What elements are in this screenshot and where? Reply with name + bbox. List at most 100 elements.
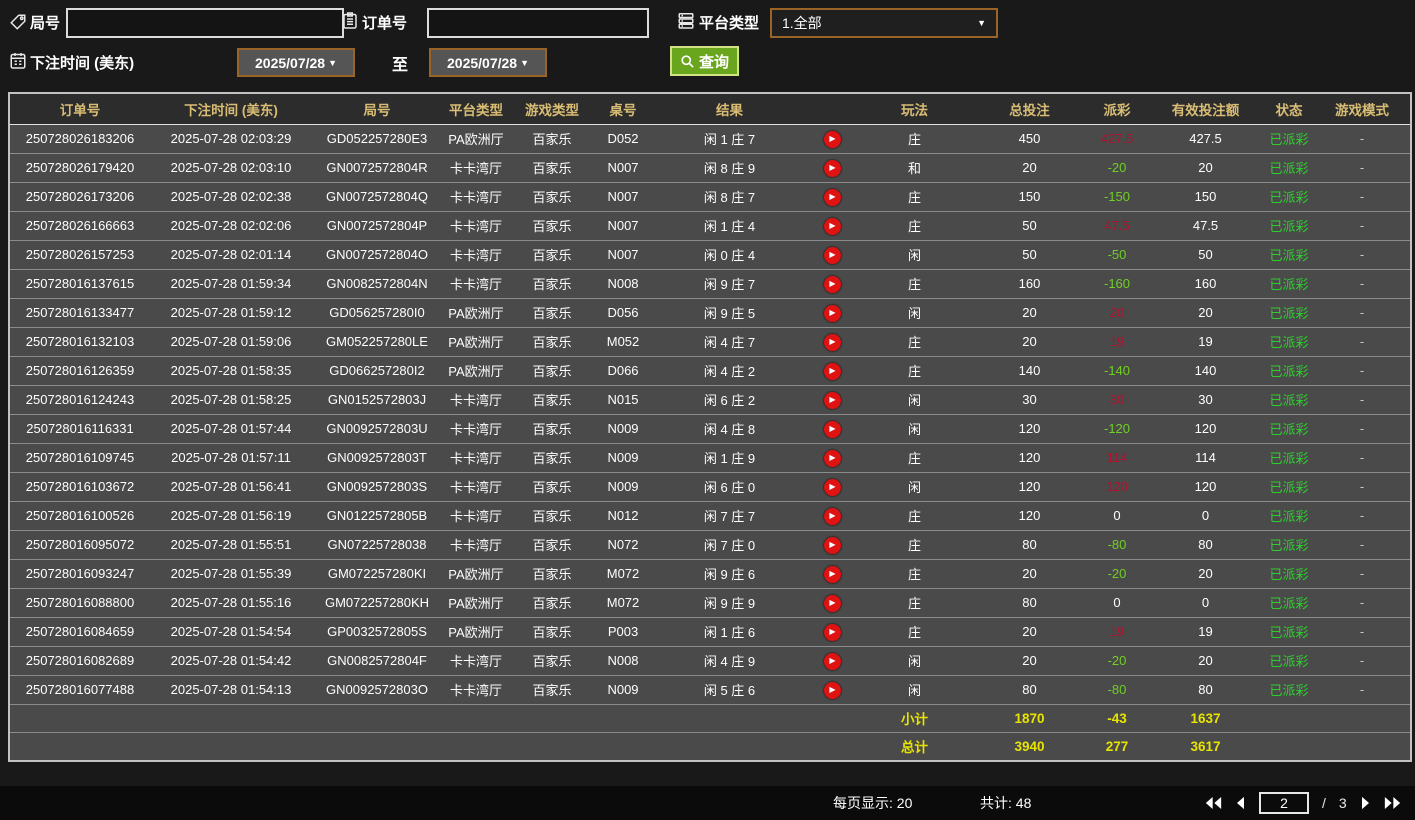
cell-play: ▶: [807, 182, 857, 212]
cell-result: 闲 7 庄 7: [652, 501, 807, 531]
first-page-icon[interactable]: [1205, 796, 1222, 810]
table-row: 250728016133477 2025-07-28 01:59:12 GD0562…: [10, 298, 1410, 328]
cell-round-number: GM072257280KI: [312, 559, 442, 589]
play-video-icon[interactable]: ▶: [823, 507, 841, 525]
cell-bet-time: 2025-07-28 02:02:38: [150, 182, 312, 212]
cell-status: 已派彩: [1264, 240, 1314, 270]
play-video-icon[interactable]: ▶: [823, 130, 841, 148]
play-video-icon[interactable]: ▶: [823, 391, 841, 409]
cell-play-method: 闲: [857, 472, 972, 502]
cell-game-mode: -: [1314, 240, 1410, 270]
empty-cell: [510, 732, 594, 760]
empty-cell: [312, 732, 442, 760]
play-video-icon[interactable]: ▶: [823, 478, 841, 496]
cell-platform-type: 卡卡湾厅: [442, 385, 510, 415]
play-video-icon[interactable]: ▶: [823, 333, 841, 351]
subtotal-row-label: 小计: [857, 704, 972, 733]
cell-status: 已派彩: [1264, 356, 1314, 386]
table-body: 250728026183206 2025-07-28 02:03:29 GD0522…: [10, 124, 1410, 705]
pagination-bar: 每页显示: 20 共计: 48 / 3: [0, 786, 1415, 820]
cell-status: 已派彩: [1264, 327, 1314, 357]
table-row: 250728016100526 2025-07-28 01:56:19 GN0122…: [10, 501, 1410, 531]
date-to-select[interactable]: 2025/07/28 ▼: [429, 48, 547, 77]
play-video-icon[interactable]: ▶: [823, 217, 841, 235]
cell-result: 闲 1 庄 7: [652, 124, 807, 154]
order-number-input[interactable]: [427, 8, 649, 38]
play-video-icon[interactable]: ▶: [823, 681, 841, 699]
cell-status: 已派彩: [1264, 588, 1314, 618]
date-from-select[interactable]: 2025/07/28 ▼: [237, 48, 355, 77]
cell-play-method: 闲: [857, 240, 972, 270]
cell-status: 已派彩: [1264, 443, 1314, 473]
page-number-input[interactable]: [1259, 792, 1309, 814]
cell-payout: 30: [1087, 385, 1147, 415]
cell-play: ▶: [807, 356, 857, 386]
table-row: 250728026166663 2025-07-28 02:02:06 GN0072…: [10, 211, 1410, 241]
cell-game-type: 百家乐: [510, 240, 594, 270]
cell-payout: 0: [1087, 501, 1147, 531]
cell-payout: -20: [1087, 559, 1147, 589]
cell-game-mode: -: [1314, 443, 1410, 473]
cell-status: 已派彩: [1264, 153, 1314, 183]
cell-table-number: N009: [594, 414, 652, 444]
cell-total-bet: 20: [972, 298, 1087, 328]
cell-result: 闲 7 庄 0: [652, 530, 807, 560]
cell-bet-time: 2025-07-28 01:54:42: [150, 646, 312, 676]
cell-bet-time: 2025-07-28 01:59:06: [150, 327, 312, 357]
cell-round-number: GN0072572804R: [312, 153, 442, 183]
play-video-icon[interactable]: ▶: [823, 188, 841, 206]
cell-bet-time: 2025-07-28 01:57:11: [150, 443, 312, 473]
bet-time-label: 下注时间 (美东): [30, 55, 135, 72]
play-video-icon[interactable]: ▶: [823, 536, 841, 554]
cell-platform-type: 卡卡湾厅: [442, 443, 510, 473]
cell-payout: 427.5: [1087, 124, 1147, 154]
play-video-icon[interactable]: ▶: [823, 420, 841, 438]
cell-result: 闲 4 庄 7: [652, 327, 807, 357]
cell-round-number: GM072257280KH: [312, 588, 442, 618]
cell-round-number: GN0152572803J: [312, 385, 442, 415]
play-video-icon[interactable]: ▶: [823, 565, 841, 583]
search-button[interactable]: 查询: [670, 46, 740, 76]
cell-table-number: N072: [594, 530, 652, 560]
cell-valid-bet: 114: [1147, 443, 1264, 473]
table-row: 250728016084659 2025-07-28 01:54:54 GP0032…: [10, 617, 1410, 647]
cell-status: 已派彩: [1264, 675, 1314, 705]
play-video-icon[interactable]: ▶: [823, 304, 841, 322]
play-video-icon[interactable]: ▶: [823, 362, 841, 380]
play-video-icon[interactable]: ▶: [823, 159, 841, 177]
play-video-icon[interactable]: ▶: [823, 246, 841, 264]
next-page-icon[interactable]: [1360, 796, 1371, 810]
cell-bet-time: 2025-07-28 01:56:41: [150, 472, 312, 502]
table-row: 250728026173206 2025-07-28 02:02:38 GN0072…: [10, 182, 1410, 212]
cell-table-number: N009: [594, 675, 652, 705]
cell-result: 闲 6 庄 2: [652, 385, 807, 415]
last-page-icon[interactable]: [1384, 796, 1401, 810]
prev-page-icon[interactable]: [1235, 796, 1246, 810]
pager: / 3: [1205, 786, 1401, 820]
cell-table-number: N009: [594, 443, 652, 473]
cell-result: 闲 1 庄 6: [652, 617, 807, 647]
play-video-icon[interactable]: ▶: [823, 652, 841, 670]
round-number-input[interactable]: [66, 8, 344, 38]
cell-game-mode: -: [1314, 269, 1410, 299]
col-header-bet-time: 下注时间 (美东): [150, 94, 312, 125]
cell-valid-bet: 140: [1147, 356, 1264, 386]
cell-play-method: 庄: [857, 356, 972, 386]
play-video-icon[interactable]: ▶: [823, 449, 841, 467]
cell-platform-type: 卡卡湾厅: [442, 472, 510, 502]
cell-play: ▶: [807, 617, 857, 647]
play-video-icon[interactable]: ▶: [823, 275, 841, 293]
cell-valid-bet: 80: [1147, 530, 1264, 560]
empty-cell: [594, 732, 652, 760]
cell-play-method: 庄: [857, 617, 972, 647]
cell-total-bet: 160: [972, 269, 1087, 299]
play-video-icon[interactable]: ▶: [823, 594, 841, 612]
cell-result: 闲 5 庄 6: [652, 675, 807, 705]
cell-order-number: 250728016109745: [10, 443, 150, 473]
table-row: 250728016116331 2025-07-28 01:57:44 GN0092…: [10, 414, 1410, 444]
date-range-to-label: 至: [392, 57, 409, 74]
cell-play-method: 庄: [857, 182, 972, 212]
platform-type-select[interactable]: 1.全部 ▼: [770, 8, 998, 38]
table-row: 250728016082689 2025-07-28 01:54:42 GN0082…: [10, 646, 1410, 676]
play-video-icon[interactable]: ▶: [823, 623, 841, 641]
